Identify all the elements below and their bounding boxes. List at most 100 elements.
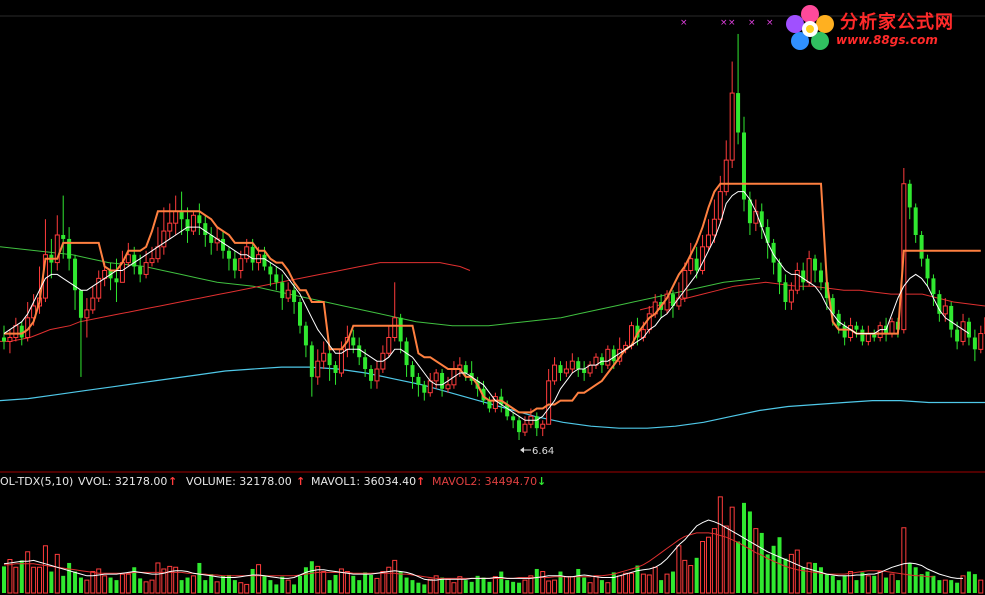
volume-bar-up — [119, 573, 125, 594]
candle-body-up — [711, 218, 717, 236]
candle-body-down — [351, 337, 356, 346]
volume-bar-down — [250, 568, 255, 593]
candle-body-up — [729, 92, 735, 161]
volume-bar-up — [569, 576, 575, 594]
volume-bar-up — [522, 579, 528, 594]
volume-bar-up — [563, 576, 569, 594]
volume-bar-up — [688, 565, 694, 594]
volume-bar-down — [670, 571, 675, 593]
candle-body-down — [440, 372, 445, 389]
volume-bar-up — [848, 571, 854, 594]
candle-body-down — [694, 258, 699, 271]
ma-long-line — [0, 366, 985, 429]
volume-bar-down — [747, 511, 752, 593]
volume-bar-down — [907, 562, 912, 593]
candle-body-down — [114, 278, 119, 283]
volume-bar-down — [949, 580, 954, 593]
volume-bar-up — [427, 578, 433, 594]
candle-body-down — [138, 266, 143, 275]
candle-body-up — [374, 368, 380, 382]
volume-bar-down — [398, 571, 403, 593]
candle-body-down — [179, 211, 184, 220]
candle-body-down — [363, 357, 368, 370]
signal-marker: × — [766, 18, 774, 28]
volume-bar-down — [694, 557, 699, 593]
candle-body-down — [333, 365, 338, 373]
logo-title: 分析家公式网 — [840, 12, 954, 33]
volume-bar-down — [49, 571, 54, 593]
candle-body-up — [700, 246, 706, 271]
candle-body-down — [517, 420, 522, 433]
volume-bar-up — [682, 559, 688, 594]
candle-body-down — [949, 305, 954, 330]
volume-bar-down — [635, 565, 640, 593]
candle-body-down — [463, 365, 468, 373]
volume-value: VOLUME: 32178.00 — [186, 475, 292, 488]
candle-body-up — [705, 234, 711, 248]
volume-bar-down — [274, 584, 279, 593]
candle-body-up — [753, 210, 759, 224]
volume-bar-up — [788, 553, 794, 594]
indicator-name: OL-TDX(5,10) — [0, 475, 74, 488]
volume-bar-down — [499, 571, 504, 593]
candle-body-down — [576, 361, 581, 370]
volume-bar-up — [42, 545, 48, 594]
candle-body-up — [569, 360, 575, 370]
candle-body-down — [534, 416, 539, 429]
volume-bar-up — [155, 562, 161, 594]
volume-bar-up — [102, 575, 108, 594]
volume-bar-down — [813, 562, 818, 593]
candle-body-down — [854, 325, 859, 330]
volume-bar-down — [303, 567, 308, 593]
volume-bar-up — [13, 566, 19, 594]
volume-bar-down — [463, 580, 468, 593]
volume-bar-down — [19, 560, 24, 593]
candle-body-down — [303, 325, 308, 346]
volume-bar-down — [298, 575, 302, 593]
volume-bar-down — [114, 580, 119, 593]
candle-body-up — [427, 380, 433, 394]
volume-bar-up — [149, 579, 155, 594]
candle-body-down — [357, 345, 362, 358]
volume-bar-down — [262, 575, 267, 593]
volume-bar-up — [700, 541, 706, 594]
logo-url: www.88gs.com — [836, 33, 938, 47]
volume-bar-up — [37, 566, 43, 594]
candle-body-up — [392, 317, 398, 338]
candle-body-up — [788, 289, 794, 303]
candle-body-down — [327, 353, 332, 366]
candle-body-down — [226, 250, 231, 259]
candle-body-up — [84, 309, 90, 319]
volume-bar-up — [90, 571, 96, 594]
volume-bar-down — [203, 580, 208, 593]
stock-chart: 6.64× × × × × — [0, 15, 985, 594]
candle-body-up — [540, 423, 546, 429]
volume-bar-down — [558, 571, 563, 593]
candle-body-up — [865, 333, 871, 342]
candle-body-up — [285, 289, 291, 299]
volume-bar-down — [416, 582, 421, 593]
candle-body-up — [167, 222, 173, 232]
volume-bar-up — [705, 536, 711, 594]
volume-bar-down — [404, 577, 409, 593]
volume-bar-down — [818, 567, 823, 593]
volume-bar-down — [931, 575, 936, 593]
candle-body-up — [794, 269, 800, 291]
candle-body-down — [801, 270, 806, 283]
volume-bar-up — [256, 564, 262, 594]
volume-bar-down — [481, 577, 486, 593]
candle-body-up — [90, 297, 96, 311]
candle-body-up — [723, 159, 729, 193]
candle-body-down — [931, 278, 936, 295]
vvol-arrow-icon: ↑ — [168, 475, 178, 488]
volume-bar-down — [73, 571, 78, 593]
candle-body-up — [522, 423, 528, 433]
volume-bar-up — [587, 582, 593, 594]
candle-body-down — [410, 365, 415, 377]
candle-body-down — [783, 282, 788, 303]
signal-marker: × — [720, 18, 728, 28]
volume-bar-down — [333, 574, 338, 593]
candle-body-down — [736, 93, 741, 133]
candle-body-down — [955, 329, 960, 342]
volume-bar-down — [972, 574, 977, 593]
